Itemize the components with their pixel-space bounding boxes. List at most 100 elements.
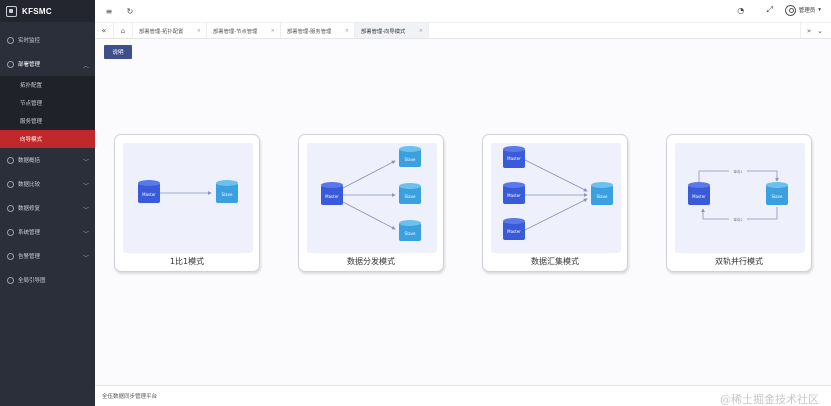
sidebar-item-label: 数据比较 <box>18 182 41 188</box>
chevron-down-icon: ▾ <box>818 7 821 13</box>
watermark: @稀土掘金技术社区 <box>720 393 819 406</box>
tab-wizard[interactable]: 部署管理-向导模式 × <box>355 23 429 38</box>
svg-text:Master: Master <box>692 194 706 199</box>
brand-name: KFSMC <box>22 6 52 16</box>
svg-text:Master: Master <box>507 229 521 234</box>
sidebar-item-compare[interactable]: 数据比较 ﹀ <box>0 172 95 196</box>
sidebar-item-alerts[interactable]: 告警管理 ﹀ <box>0 244 95 268</box>
sidebar-item-label: 数据概括 <box>18 158 41 164</box>
slave-db-icon: Slave <box>399 146 421 167</box>
avatar <box>784 4 796 16</box>
chevron-down-icon: ﹀ <box>82 255 89 262</box>
overview-icon <box>7 156 14 164</box>
main-content: 说明 Master Slave 1比1模式 Master Slave Slave… <box>95 39 831 385</box>
deploy-icon <box>7 60 14 68</box>
sidebar-subitem-wizard[interactable]: 向导模式 <box>0 130 95 148</box>
sync-arrow <box>524 159 588 192</box>
sidebar-subitem-services[interactable]: 服务管理 <box>0 112 95 130</box>
svg-text:Slave: Slave <box>405 194 416 199</box>
slave-db-icon: Slave <box>216 180 238 203</box>
top-bar: ≡ ↻ ◔ ⤢ 管理员 ▾ <box>95 0 831 22</box>
sync-arrow <box>342 201 396 230</box>
sidebar-item-label: 部署管理 <box>18 62 41 68</box>
user-name: 管理员 <box>798 8 816 14</box>
fullscreen-icon[interactable]: ⤢ <box>763 3 777 17</box>
sidebar-item-system[interactable]: 系统管理 ﹀ <box>0 220 95 244</box>
monitor-icon <box>7 36 14 44</box>
svg-text:Slave: Slave <box>597 194 608 199</box>
home-icon[interactable]: ⌂ <box>113 23 133 38</box>
svg-text:Slave: Slave <box>405 157 416 162</box>
sidebar-item-guide[interactable]: 全局引导图 <box>0 268 95 292</box>
gear-icon <box>7 228 14 236</box>
sidebar-subitem-nodes[interactable]: 节点管理 <box>0 94 95 112</box>
chevron-up-icon: ︿ <box>82 63 89 70</box>
tab-nodes[interactable]: 部署管理-节点管理 × <box>207 23 281 38</box>
diagram-one-to-one: Master Slave <box>123 143 253 253</box>
sidebar-item-monitor[interactable]: 实时监控 <box>0 28 95 52</box>
close-icon[interactable]: × <box>271 28 275 34</box>
chevron-down-icon: ﹀ <box>82 231 89 238</box>
description-button[interactable]: 说明 <box>104 45 132 59</box>
svg-text:Slave: Slave <box>772 194 783 199</box>
chevron-down-icon: ﹀ <box>82 207 89 214</box>
refresh-icon[interactable]: ↻ <box>123 4 137 18</box>
mode-label: 数据汇集模式 <box>531 257 579 266</box>
svg-text:Master: Master <box>142 192 156 197</box>
mode-card-one-to-one[interactable]: Master Slave 1比1模式 <box>114 134 260 272</box>
diagram-dual-track: 单向1 单向2 Master Slave <box>675 143 805 253</box>
slave-db-icon: Slave <box>399 220 421 241</box>
tab-services[interactable]: 部署管理-服务管理 × <box>281 23 355 38</box>
logo-icon <box>6 5 17 17</box>
master-db-icon: Master <box>138 180 160 203</box>
theme-icon[interactable]: ◔ <box>734 3 748 17</box>
tab-label: 部署管理-向导模式 <box>361 28 406 35</box>
diagram-aggregate: Master Master Master Slave <box>491 143 621 253</box>
edge-label-back: 单向2 <box>733 217 742 222</box>
svg-text:Slave: Slave <box>405 231 416 236</box>
tab-topology[interactable]: 部署管理-拓扑配置 × <box>133 23 207 38</box>
tab-bar: « ⌂ 部署管理-拓扑配置 × 部署管理-节点管理 × 部署管理-服务管理 × … <box>95 22 831 39</box>
menu-toggle-icon[interactable]: ≡ <box>102 4 116 18</box>
sidebar-item-overview[interactable]: 数据概括 ﹀ <box>0 148 95 172</box>
tab-label: 部署管理-拓扑配置 <box>139 28 184 35</box>
edge-label-forward: 单向1 <box>733 169 742 174</box>
mode-label: 双轨并行模式 <box>715 257 763 266</box>
sidebar-item-deploy[interactable]: 部署管理 ︿ <box>0 52 95 76</box>
master-db-icon: Master <box>321 182 343 205</box>
mode-label: 数据分发模式 <box>347 257 395 266</box>
close-icon[interactable]: × <box>419 28 423 34</box>
one-to-one-svg: Master Slave <box>138 180 238 203</box>
sidebar-subitem-topology[interactable]: 拓扑配置 <box>0 76 95 94</box>
chevron-down-icon: ﹀ <box>82 159 89 166</box>
sidebar-item-label: 全局引导图 <box>18 278 46 284</box>
dual-track-svg: 单向1 单向2 Master Slave <box>688 168 788 222</box>
sidebar-item-repair[interactable]: 数据修复 ﹀ <box>0 196 95 220</box>
sidebar-item-label: 数据修复 <box>18 206 41 212</box>
close-icon[interactable]: × <box>345 28 349 34</box>
close-icon[interactable]: × <box>197 28 201 34</box>
master-db-icon: Master <box>503 146 525 168</box>
master-db-icon: Master <box>503 182 525 204</box>
mode-card-aggregate[interactable]: Master Master Master Slave 数据汇集模式 <box>482 134 628 272</box>
repair-icon <box>7 204 14 212</box>
tabs-scroll-left-icon[interactable]: « <box>95 23 113 38</box>
master-db-icon: Master <box>688 182 710 205</box>
user-menu[interactable]: 管理员 ▾ <box>784 4 821 16</box>
chevron-down-icon[interactable]: ⌄ <box>817 27 823 35</box>
footer-text: 全伍数据同步管理平台 <box>102 394 158 400</box>
master-db-icon: Master <box>503 218 525 240</box>
sync-arrow <box>342 160 396 189</box>
tab-label: 部署管理-节点管理 <box>213 28 258 35</box>
chevron-down-icon: ﹀ <box>82 183 89 190</box>
svg-text:Master: Master <box>507 193 521 198</box>
guide-icon <box>7 276 14 284</box>
svg-text:Master: Master <box>325 194 339 199</box>
sidebar: KFSMC 实时监控 部署管理 ︿ 拓扑配置 节点管理 服务管理 向导模式 数据… <box>0 0 95 406</box>
aggregate-svg: Master Master Master Slave <box>503 146 613 240</box>
compare-icon <box>7 180 14 188</box>
mode-card-distribute[interactable]: Master Slave Slave Slave 数据分发模式 <box>298 134 444 272</box>
tabs-scroll-right-icon[interactable]: » <box>807 27 811 35</box>
diagram-distribute: Master Slave Slave Slave <box>307 143 437 253</box>
mode-card-dual-track[interactable]: 单向1 单向2 Master Slave 双轨并行模式 <box>666 134 812 272</box>
